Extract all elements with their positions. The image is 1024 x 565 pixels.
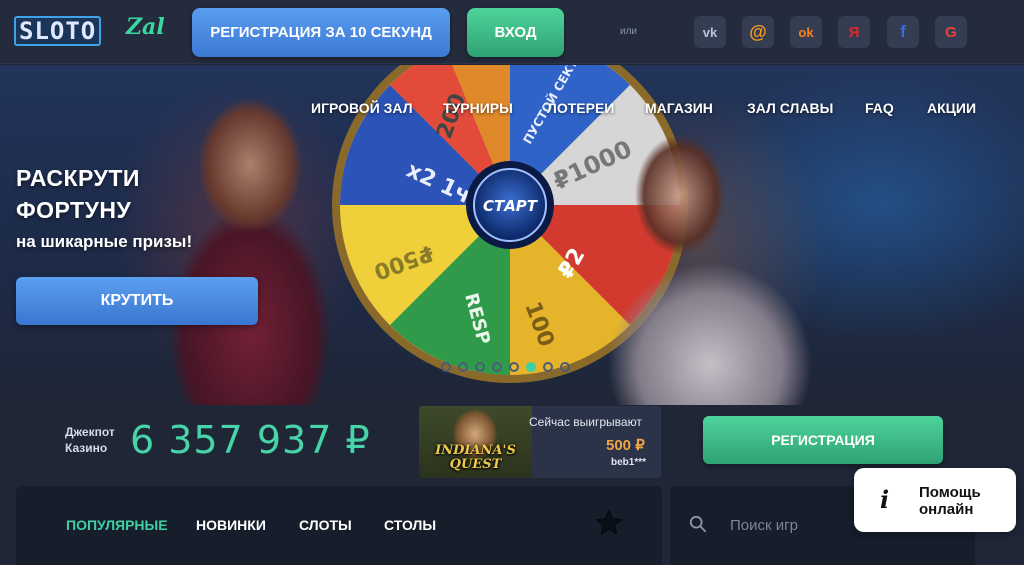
slider-dot[interactable] [509,362,519,372]
slider-dot[interactable] [458,362,468,372]
winner-heading: Сейчас выигрывают [529,415,642,429]
nav-item-faq[interactable]: FAQ [865,100,894,116]
mail-icon[interactable]: @ [742,16,774,48]
vk-glyph: vk [702,24,718,40]
google-glyph: G [945,23,957,41]
facebook-glyph: f [900,22,906,41]
slider-dot[interactable] [560,362,570,372]
slider-dots [441,362,570,372]
nav-item-lotteries[interactable]: ЛОТЕРЕИ [547,100,614,116]
slider-dot[interactable] [543,362,553,372]
winner-user: beb1*** [611,457,647,468]
logo-word: SLOTO [14,16,102,46]
nav-item-hall-of-fame[interactable]: ЗАЛ СЛАВЫ [747,100,833,116]
game-thumbnail[interactable]: INDIANA'S QUEST [419,406,532,478]
yandex-icon[interactable]: Я [838,16,870,48]
tab-tables[interactable]: СТОЛЫ [384,517,436,533]
slider-dot-active[interactable] [526,362,536,372]
jackpot-label: Джекпот Казино [65,425,115,455]
favorites-star-icon[interactable] [594,508,624,538]
facebook-icon[interactable]: f [887,16,919,48]
ok-glyph: ok [798,24,814,40]
start-button-label[interactable]: СТАРТ [483,197,539,215]
yandex-glyph: Я [848,23,860,41]
hero-banner: 200 ПУСТОЙ СЕКТОР ₽1000 ₽2 100 RESP ₽500… [0,65,1024,405]
slider-dot[interactable] [475,362,485,372]
hero-woman-right [600,125,820,405]
vk-icon[interactable]: vk [694,16,726,48]
tab-popular[interactable]: ПОПУЛЯРНЫЕ [66,517,168,533]
hero-title: РАСКРУТИ ФОРТУНУ [16,165,140,223]
search-icon [689,515,707,533]
nav-item-promotions[interactable]: АКЦИИ [927,100,976,116]
nav-item-shop[interactable]: МАГАЗИН [645,100,713,116]
slider-dot[interactable] [492,362,502,372]
game-search-input[interactable] [730,510,850,540]
spin-button[interactable]: КРУТИТЬ [16,277,258,325]
login-button[interactable]: ВХОД [467,8,564,57]
help-online-label: Помощь онлайн [919,484,981,518]
winner-amount: 500 ₽ [606,437,645,454]
register-button[interactable]: РЕГИСТРАЦИЯ [703,416,943,464]
mail-glyph: @ [749,21,767,42]
info-icon: i [880,485,890,514]
or-label: или [620,26,638,37]
header: SLOTO Zal РЕГИСТРАЦИЯ ЗА 10 СЕКУНД ВХОД … [0,0,1024,64]
google-icon[interactable]: G [935,16,967,48]
game-thumbnail-title: INDIANA'S QUEST [435,443,516,472]
nav-item-game-hall[interactable]: ИГРОВОЙ ЗАЛ [311,100,413,116]
logo[interactable]: SLOTO Zal [14,14,169,48]
jackpot-value: 6 357 937 ₽ [130,418,371,462]
hero-subtitle: на шикарные призы! [16,232,193,251]
tab-new[interactable]: НОВИНКИ [196,517,266,533]
nav-item-tournaments[interactable]: ТУРНИРЫ [443,100,513,116]
odnoklassniki-icon[interactable]: ok [790,16,822,48]
logo-script: Zal [126,14,165,40]
register-quick-button[interactable]: РЕГИСТРАЦИЯ ЗА 10 СЕКУНД [192,8,450,57]
tab-slots[interactable]: СЛОТЫ [299,517,352,533]
slider-dot[interactable] [441,362,451,372]
